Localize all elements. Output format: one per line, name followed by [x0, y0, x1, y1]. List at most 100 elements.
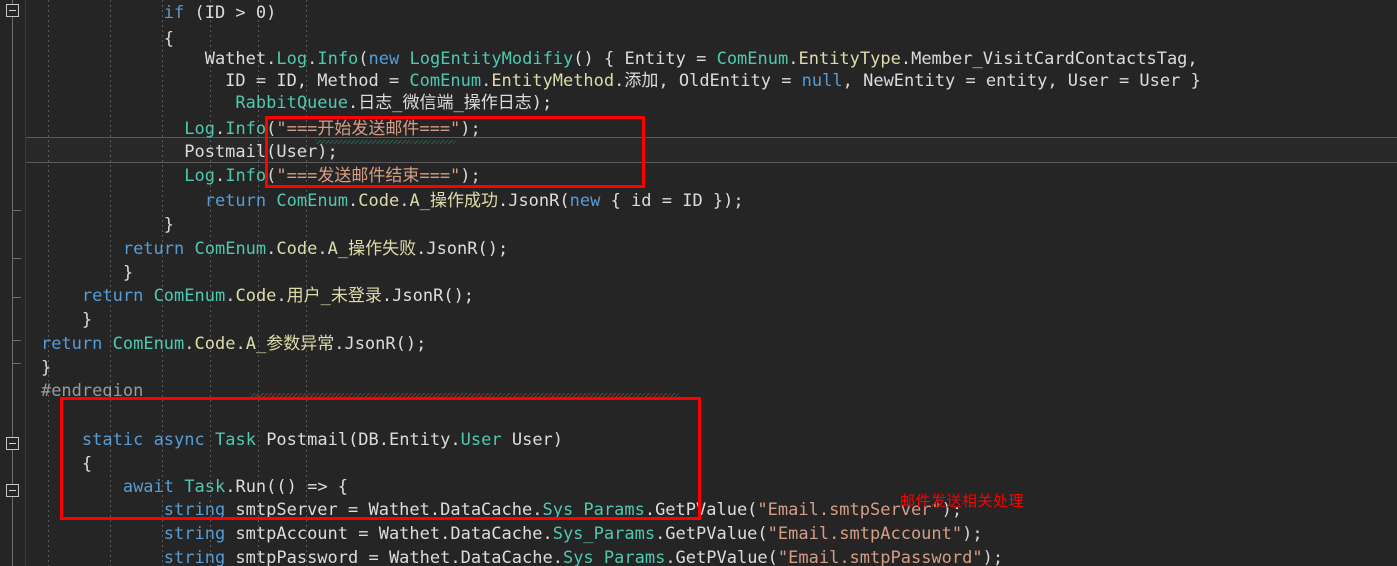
- code-token: Info: [225, 166, 267, 186]
- collapse-region-icon[interactable]: [6, 484, 19, 497]
- code-token: .: [214, 166, 226, 186]
- code-token: Log: [276, 49, 308, 69]
- code-token: ComEnum: [112, 334, 185, 354]
- code-folding-margin[interactable]: [0, 0, 26, 566]
- code-token: User): [501, 430, 564, 450]
- code-text-area[interactable]: if (ID > 0) { Wathet.Log.Info(new LogEnt…: [0, 0, 1397, 566]
- code-token: .Member_VisitCardContactsTag,: [900, 49, 1198, 69]
- code-token: Log: [184, 166, 215, 186]
- code-token: .: [348, 191, 359, 211]
- collapse-region-icon[interactable]: [6, 437, 19, 450]
- code-token: .: [214, 119, 226, 139]
- code-token: ): [266, 3, 277, 23]
- code-token: smtpServer = Wathet.DataCache.: [225, 500, 543, 520]
- code-token: ComEnum: [194, 239, 267, 259]
- code-token: ComEnum: [153, 286, 226, 306]
- code-token: .: [235, 334, 246, 354]
- squiggle-underline: [316, 140, 456, 144]
- code-token: "===发送邮件结束===": [276, 166, 461, 186]
- code-token: Log: [184, 119, 215, 139]
- code-token: Sys_Params: [562, 548, 666, 566]
- code-token: Code: [276, 239, 318, 259]
- code-token: smtpPassword = Wathet.DataCache.: [225, 548, 563, 566]
- code-editor[interactable]: if (ID > 0) { Wathet.Log.Info(new LogEnt…: [0, 0, 1397, 566]
- code-token: { id = ID });: [600, 191, 744, 211]
- code-line[interactable]: Postmail(User);: [0, 139, 1397, 165]
- code-token: Code: [358, 191, 400, 211]
- code-token: .JsonR();: [416, 239, 509, 259]
- code-token: .: [481, 71, 492, 91]
- code-token: RabbitQueue: [235, 93, 348, 113]
- code-token: .JsonR(: [497, 191, 570, 211]
- code-line[interactable]: return ComEnum.Code.A_参数异常.JsonR();: [0, 331, 1397, 357]
- code-token: return: [122, 239, 185, 259]
- code-token: () { Entity =: [573, 49, 717, 69]
- code-token: string: [163, 524, 226, 544]
- code-token: Code: [194, 334, 236, 354]
- code-token: );: [962, 524, 983, 544]
- code-token: Task: [184, 477, 226, 497]
- code-line[interactable]: return ComEnum.Code.A_操作成功.JsonR(new { i…: [0, 188, 1397, 214]
- code-token: .添加, OldEntity =: [614, 71, 802, 91]
- code-token: "Email.smtpAccount": [767, 524, 963, 544]
- code-token: (: [358, 49, 369, 69]
- code-line[interactable]: static async Task Postmail(DB.Entity.Use…: [0, 427, 1397, 453]
- code-token: .: [399, 191, 410, 211]
- code-token: , NewEntity = entity, User = User }: [842, 71, 1201, 91]
- margin-divider: [25, 0, 26, 566]
- code-line[interactable]: }: [0, 307, 1397, 333]
- code-token: null: [801, 71, 843, 91]
- code-token: "===开始发送邮件===": [276, 119, 461, 139]
- code-token: Info: [317, 49, 359, 69]
- code-token: Task: [215, 430, 256, 450]
- code-token: return: [81, 286, 144, 306]
- code-token: ID = ID, Method =: [0, 71, 410, 91]
- code-token: Wathet: [204, 49, 267, 69]
- code-token: Postmail(User);: [0, 142, 338, 162]
- code-token: new: [569, 191, 601, 211]
- code-line[interactable]: if (ID > 0): [0, 0, 1397, 26]
- code-token: return: [204, 191, 267, 211]
- fold-end-tick: [12, 363, 21, 364]
- code-token: .GetPValue(: [644, 500, 758, 520]
- code-token: A_操作成功: [409, 191, 498, 211]
- code-token: async: [153, 430, 205, 450]
- code-token: 0: [255, 3, 267, 23]
- code-line[interactable]: string smtpPassword = Wathet.DataCache.S…: [0, 545, 1397, 566]
- folding-vertical-line: [12, 0, 13, 566]
- code-line[interactable]: #endregion: [0, 378, 1397, 404]
- code-line[interactable]: return ComEnum.Code.用户_未登录.JsonR();: [0, 283, 1397, 309]
- code-token: }: [0, 215, 174, 235]
- collapse-region-icon[interactable]: [6, 4, 19, 17]
- code-token: .: [307, 49, 318, 69]
- code-token: );: [460, 166, 481, 186]
- code-token: .JsonR();: [381, 286, 475, 306]
- code-line[interactable]: return ComEnum.Code.A_操作失败.JsonR();: [0, 236, 1397, 262]
- code-token: .: [225, 286, 236, 306]
- code-token: .: [266, 49, 277, 69]
- code-line[interactable]: string smtpServer = Wathet.DataCache.Sys…: [0, 497, 1397, 523]
- code-token: "Email.smtpPassword": [777, 548, 983, 566]
- code-line[interactable]: }: [0, 212, 1397, 238]
- code-token: A_参数异常: [245, 334, 335, 354]
- code-token: EntityMethod: [491, 71, 615, 91]
- code-token: .: [266, 239, 277, 259]
- fold-end-tick: [12, 210, 21, 211]
- code-line[interactable]: Log.Info("===发送邮件结束===");: [0, 163, 1397, 189]
- code-token: static: [81, 430, 144, 450]
- code-token: #endregion: [40, 381, 144, 401]
- code-token: .: [276, 286, 287, 306]
- code-token: LogEntityModifiy: [409, 49, 574, 69]
- code-token: .JsonR();: [334, 334, 427, 354]
- code-token: 用户_未登录: [286, 286, 382, 306]
- code-line[interactable]: string smtpAccount = Wathet.DataCache.Sy…: [0, 521, 1397, 547]
- code-token: Sys_Params: [542, 500, 645, 520]
- code-line[interactable]: RabbitQueue.日志_微信端_操作日志);: [0, 90, 1397, 116]
- code-token: Sys_Params: [552, 524, 656, 544]
